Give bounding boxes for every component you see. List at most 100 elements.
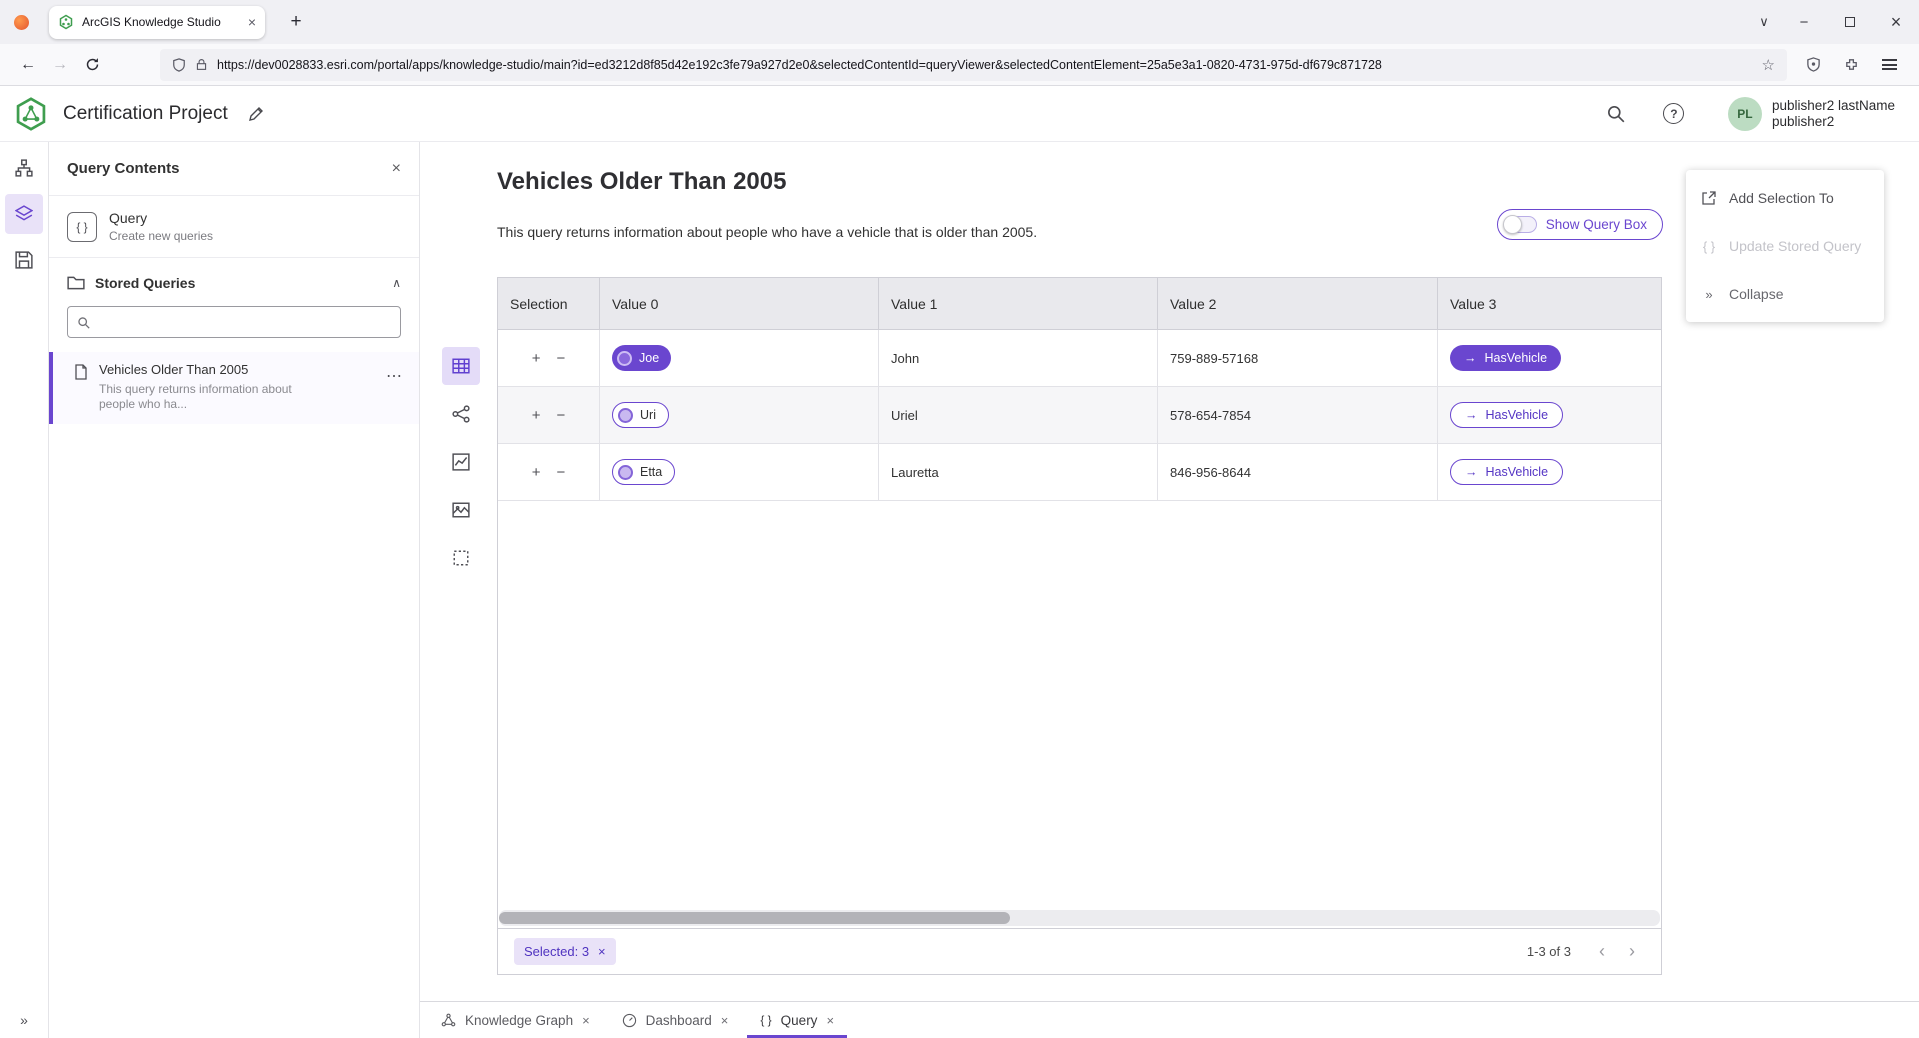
previous-page-button[interactable]: ‹	[1587, 937, 1617, 967]
toggle-switch[interactable]	[1504, 216, 1537, 233]
list-all-tabs-icon[interactable]: ∨	[1747, 14, 1781, 30]
reload-button[interactable]	[76, 49, 108, 81]
back-button[interactable]: ←	[12, 49, 44, 81]
stored-queries-search-input[interactable]	[97, 315, 391, 330]
add-selection-icon[interactable]: +	[532, 350, 541, 367]
selected-count-chip[interactable]: Selected: 3 ×	[514, 938, 616, 965]
dashboard-icon	[622, 1013, 637, 1028]
cell-value[interactable]: 759-889-57168	[1157, 330, 1437, 386]
reload-icon	[85, 57, 100, 72]
cell-value[interactable]: 578-654-7854	[1157, 387, 1437, 443]
tab-close-icon[interactable]: ×	[826, 1013, 834, 1028]
tab-label: Knowledge Graph	[465, 1013, 573, 1028]
pocket-shield-icon[interactable]	[1797, 49, 1829, 81]
selection-tool-button[interactable]	[442, 539, 480, 577]
entity-dot-icon	[618, 465, 633, 480]
table-row: + − Joe John 759-889-57168 →HasVehicle	[498, 330, 1661, 387]
avatar[interactable]: PL	[1728, 97, 1762, 131]
search-icon	[1606, 104, 1625, 123]
url-bar[interactable]: https://dev0028833.esri.com/portal/apps/…	[160, 49, 1787, 81]
relationship-pill[interactable]: →HasVehicle	[1450, 459, 1563, 485]
extensions-icon[interactable]	[1835, 49, 1867, 81]
cell-value[interactable]: 846-956-8644	[1157, 444, 1437, 500]
menu-item-collapse[interactable]: » Collapse	[1686, 270, 1884, 318]
stored-query-item[interactable]: Vehicles Older Than 2005 This query retu…	[49, 352, 419, 424]
cell-value[interactable]: Uriel	[878, 387, 1157, 443]
show-query-box-toggle[interactable]: Show Query Box	[1497, 209, 1663, 240]
chart-view-button[interactable]	[442, 443, 480, 481]
minimize-button[interactable]: −	[1781, 0, 1827, 44]
entity-pill[interactable]: Etta	[612, 459, 675, 485]
remove-selection-icon[interactable]: −	[557, 350, 566, 367]
panel-title: Query Contents	[67, 160, 392, 177]
browser-nav-bar: ← → https://dev0028833.esri.com/portal/a…	[0, 44, 1919, 86]
entity-label: Uri	[640, 408, 656, 422]
tab-close-icon[interactable]: ×	[721, 1013, 729, 1028]
remove-selection-icon[interactable]: −	[557, 464, 566, 481]
data-model-button[interactable]	[5, 148, 43, 188]
firefox-icon[interactable]	[14, 15, 29, 30]
scrollbar-thumb[interactable]	[499, 912, 1010, 924]
save-button[interactable]	[5, 240, 43, 280]
link-chart-button[interactable]	[442, 395, 480, 433]
help-button[interactable]: ?	[1656, 96, 1692, 132]
stored-queries-header[interactable]: Stored Queries ∧	[49, 258, 419, 302]
link-chart-icon	[452, 405, 470, 423]
edit-title-button[interactable]	[248, 106, 264, 122]
bookmark-star-icon[interactable]: ☆	[1762, 56, 1775, 74]
browser-tab[interactable]: ArcGIS Knowledge Studio ×	[49, 6, 265, 39]
next-page-button[interactable]: ›	[1617, 937, 1647, 967]
clear-selection-icon[interactable]: ×	[598, 944, 606, 959]
new-query-item[interactable]: { } Query Create new queries	[49, 196, 419, 258]
expand-rail-button[interactable]: »	[0, 1012, 48, 1028]
collapse-section-icon[interactable]: ∧	[392, 276, 401, 290]
query-subtitle: This query returns information about peo…	[497, 224, 1037, 240]
window-close-button[interactable]: ×	[1873, 0, 1919, 44]
tab-dashboard[interactable]: Dashboard ×	[609, 1002, 742, 1038]
view-tabs-bar: Knowledge Graph × Dashboard × { } Query …	[420, 1001, 1919, 1038]
remove-selection-icon[interactable]: −	[557, 407, 566, 424]
entity-pill[interactable]: Joe	[612, 345, 671, 371]
table-view-button[interactable]	[442, 347, 480, 385]
cell-value[interactable]: Lauretta	[878, 444, 1157, 500]
relationship-label: HasVehicle	[1486, 465, 1549, 479]
relationship-pill[interactable]: →HasVehicle	[1450, 402, 1563, 428]
tab-close-icon[interactable]: ×	[582, 1013, 590, 1028]
entity-pill[interactable]: Uri	[612, 402, 669, 428]
query-contents-panel: Query Contents × { } Query Create new qu…	[49, 142, 420, 1038]
search-button[interactable]	[1598, 96, 1634, 132]
column-header[interactable]: Selection	[498, 278, 599, 329]
cell-value[interactable]: John	[878, 330, 1157, 386]
menu-item-add-selection-to[interactable]: Add Selection To	[1686, 174, 1884, 222]
stored-queries-search[interactable]	[67, 306, 401, 338]
add-selection-icon[interactable]: +	[532, 407, 541, 424]
item-options-icon[interactable]: ⋯	[386, 366, 403, 386]
braces-icon: { }	[67, 212, 97, 242]
add-selection-icon[interactable]: +	[532, 464, 541, 481]
column-header[interactable]: Value 3	[1437, 278, 1661, 329]
pencil-icon	[248, 106, 264, 122]
contents-button[interactable]	[5, 194, 43, 234]
lock-icon[interactable]	[195, 58, 208, 71]
new-tab-button[interactable]: +	[281, 7, 311, 37]
map-view-button[interactable]	[442, 491, 480, 529]
user-info[interactable]: publisher2 lastName publisher2	[1772, 98, 1895, 130]
menu-button[interactable]	[1873, 49, 1905, 81]
maximize-button[interactable]	[1827, 0, 1873, 44]
app-header: Certification Project ? PL publisher2 la…	[0, 86, 1919, 142]
column-header[interactable]: Value 2	[1157, 278, 1437, 329]
tracking-shield-icon[interactable]	[172, 58, 186, 72]
relationship-pill[interactable]: →HasVehicle	[1450, 345, 1561, 371]
column-header[interactable]: Value 1	[878, 278, 1157, 329]
tab-knowledge-graph[interactable]: Knowledge Graph ×	[428, 1002, 603, 1038]
add-selection-to-icon	[1700, 190, 1718, 206]
collapse-icon: »	[1700, 287, 1718, 302]
horizontal-scrollbar[interactable]	[499, 910, 1660, 926]
tab-query[interactable]: { } Query ×	[747, 1002, 847, 1038]
query-item-title: Query	[109, 210, 213, 226]
panel-close-icon[interactable]: ×	[392, 160, 401, 178]
url-text[interactable]: https://dev0028833.esri.com/portal/apps/…	[217, 58, 1753, 72]
table-row: + − Etta Lauretta 846-956-8644 →HasVehic…	[498, 444, 1661, 501]
tab-close-icon[interactable]: ×	[248, 14, 256, 30]
column-header[interactable]: Value 0	[599, 278, 878, 329]
